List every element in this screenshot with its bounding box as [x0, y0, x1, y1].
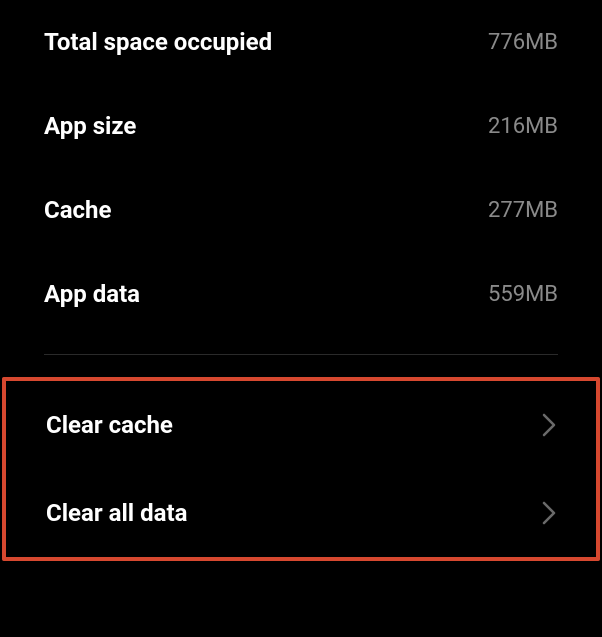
storage-settings: Total space occupied 776MB App size 216M…: [0, 0, 602, 561]
clear-cache-label: Clear cache: [46, 411, 173, 439]
app-data-label: App data: [44, 280, 140, 308]
clear-all-data-button[interactable]: Clear all data: [6, 469, 596, 557]
clear-all-data-label: Clear all data: [46, 499, 187, 527]
cache-label: Cache: [44, 196, 111, 224]
storage-row-appsize: App size 216MB: [0, 84, 602, 168]
clear-cache-button[interactable]: Clear cache: [6, 381, 596, 469]
app-data-value: 559MB: [488, 282, 558, 307]
storage-row-appdata: App data 559MB: [0, 252, 602, 336]
total-space-value: 776MB: [488, 30, 558, 55]
storage-row-cache: Cache 277MB: [0, 168, 602, 252]
total-space-label: Total space occupied: [44, 28, 272, 56]
app-size-value: 216MB: [488, 114, 558, 139]
storage-row-total: Total space occupied 776MB: [0, 0, 602, 84]
chevron-right-icon: [542, 501, 556, 525]
divider: [44, 354, 558, 355]
cache-value: 277MB: [488, 198, 558, 223]
app-size-label: App size: [44, 112, 136, 140]
action-section: Clear cache Clear all data: [2, 377, 600, 561]
chevron-right-icon: [542, 413, 556, 437]
